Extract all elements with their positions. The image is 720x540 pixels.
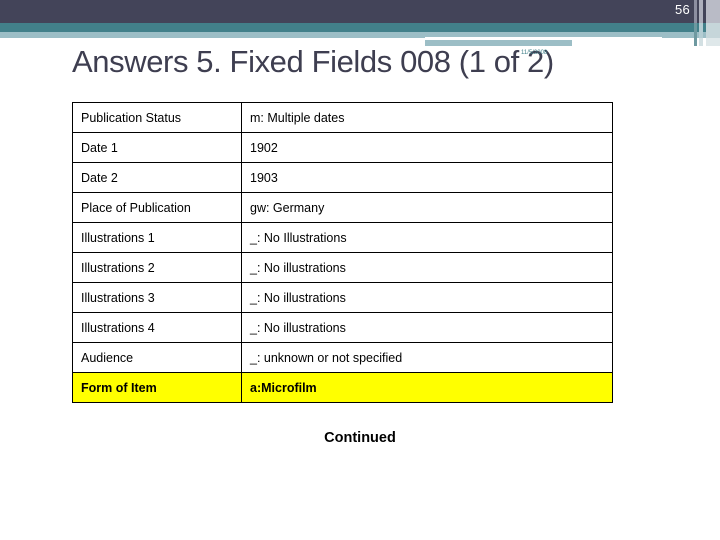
table-row: Illustrations 3 _: No illustrations — [72, 282, 613, 313]
table-row: Form of Item a:Microfilm — [72, 372, 613, 403]
table-row: Illustrations 2 _: No illustrations — [72, 252, 613, 283]
continued-note: Continued — [324, 430, 396, 446]
slide-date-stamp: 11/5/2008 — [521, 50, 548, 56]
table-cell-label: Illustrations 2 — [72, 252, 242, 283]
slide-title: Answers 5. Fixed Fields 008 (1 of 2) — [72, 44, 554, 79]
table-row: Illustrations 4 _: No illustrations — [72, 312, 613, 343]
table-row: Place of Publication gw: Germany — [72, 192, 613, 223]
header-teal-band — [0, 23, 720, 32]
table-cell-value: _: No illustrations — [241, 312, 613, 343]
table-cell-value: _: unknown or not specified — [241, 342, 613, 373]
table-cell-value: a:Microfilm — [241, 372, 613, 403]
slide-page-number: 56 — [674, 2, 690, 17]
table-cell-value: _: No illustrations — [241, 252, 613, 283]
table-cell-value: 1902 — [241, 132, 613, 163]
table-cell-value: m: Multiple dates — [241, 102, 613, 133]
table-cell-label: Date 2 — [72, 162, 242, 193]
table-row: Illustrations 1 _: No Illustrations — [72, 222, 613, 253]
table-cell-value: gw: Germany — [241, 192, 613, 223]
table-row: Publication Status m: Multiple dates — [72, 102, 613, 133]
table-cell-label: Date 1 — [72, 132, 242, 163]
table-row: Audience _: unknown or not specified — [72, 342, 613, 373]
slide-header-banner: 56 — [0, 0, 720, 46]
table-row: Date 2 1903 — [72, 162, 613, 193]
header-vertical-stripe-1-lower — [694, 23, 697, 46]
header-dark-band — [0, 0, 720, 23]
table-cell-value: _: No Illustrations — [241, 222, 613, 253]
table-cell-value: 1903 — [241, 162, 613, 193]
table-cell-value: _: No illustrations — [241, 282, 613, 313]
table-cell-label: Illustrations 4 — [72, 312, 242, 343]
table-row: Date 1 1902 — [72, 132, 613, 163]
table-cell-label: Illustrations 3 — [72, 282, 242, 313]
header-vertical-stripe-3-bottom — [706, 38, 720, 46]
fixed-fields-table: Publication Status m: Multiple dates Date … — [72, 102, 613, 403]
header-vertical-stripe-2-bottom — [699, 38, 703, 46]
table-cell-label: Audience — [72, 342, 242, 373]
table-cell-label: Form of Item — [72, 372, 242, 403]
table-cell-label: Illustrations 1 — [72, 222, 242, 253]
table-cell-label: Place of Publication — [72, 192, 242, 223]
fixed-fields-table-body: Publication Status m: Multiple dates Date … — [72, 102, 613, 403]
table-cell-label: Publication Status — [72, 102, 242, 133]
